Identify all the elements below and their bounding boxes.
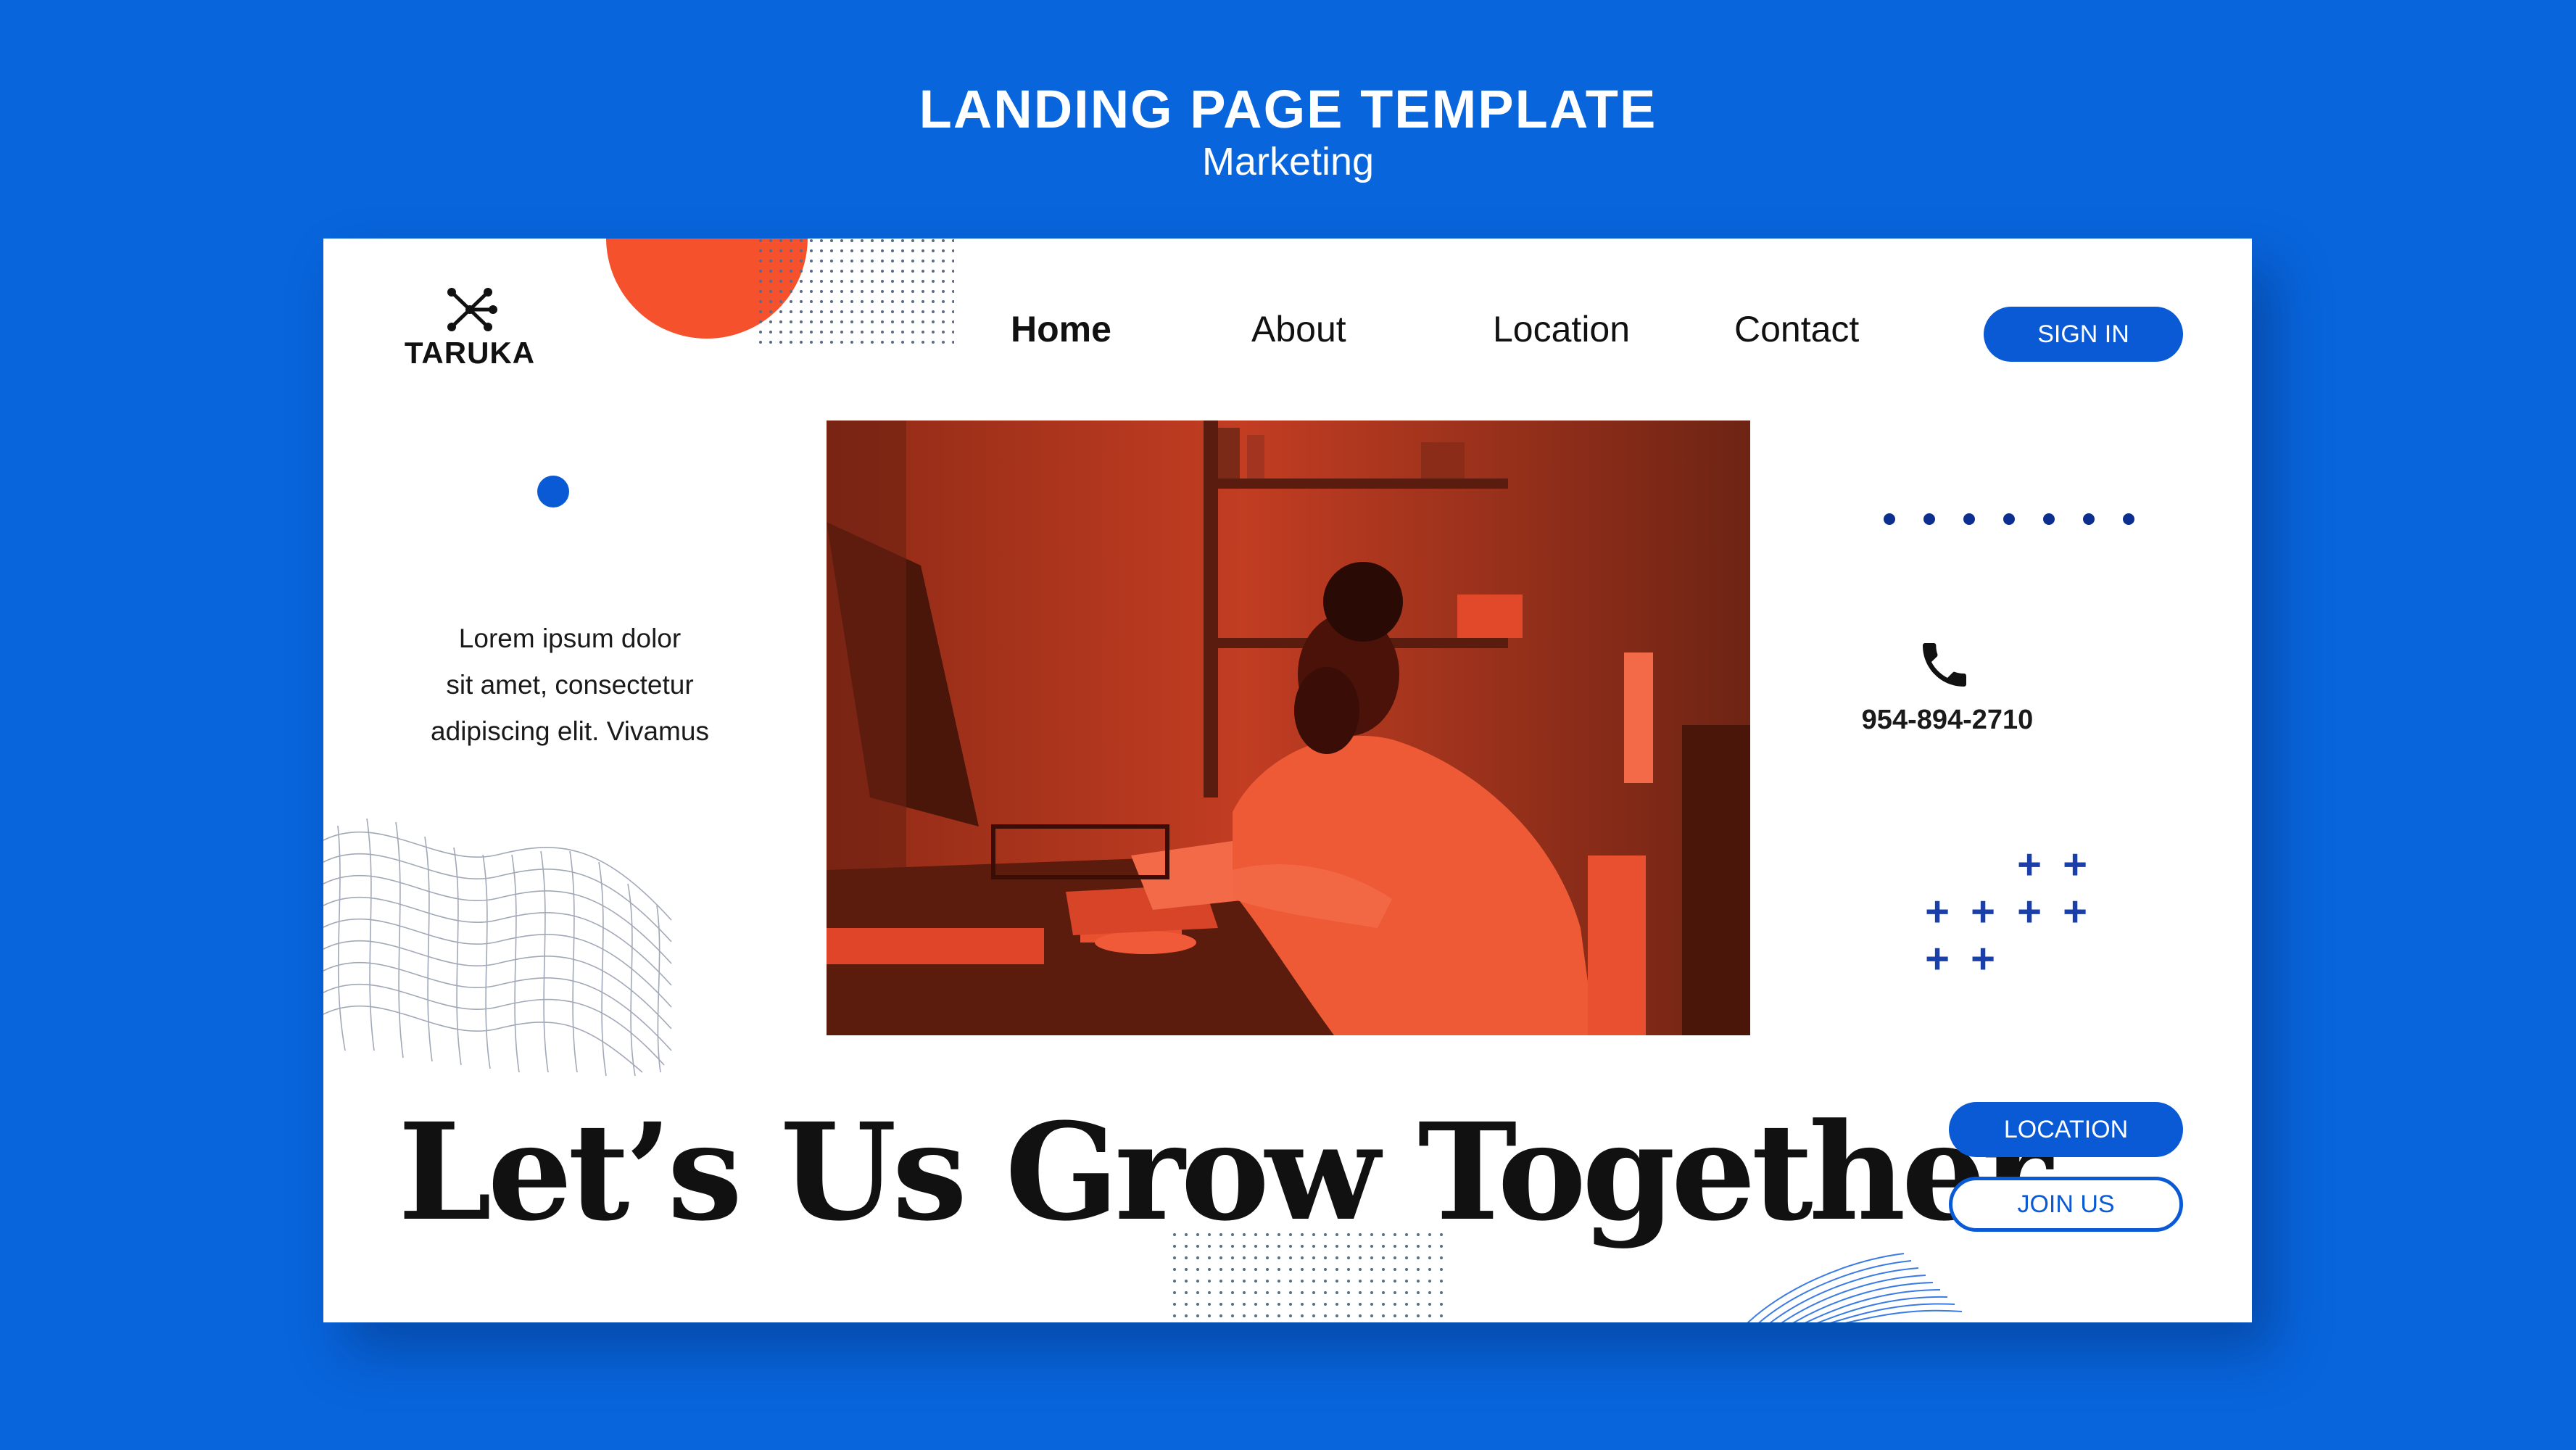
nav-item-location[interactable]: Location	[1493, 308, 1630, 350]
phone-number[interactable]: 954-894-2710	[1831, 705, 2063, 736]
hero-description-line: Lorem ipsum dolor	[458, 624, 682, 653]
plus-icon: +	[2017, 888, 2042, 935]
molecule-icon	[447, 288, 497, 331]
hero-description-line: sit amet, consectetur	[446, 670, 694, 700]
hero-headline: Let’s Us Grow Together	[398, 1094, 2053, 1251]
dot-grid-decoration-bottom	[1172, 1232, 1447, 1322]
join-us-button[interactable]: JOIN US	[1949, 1177, 2183, 1232]
wavy-lines-decoration	[1747, 1253, 1963, 1322]
template-title: LANDING PAGE TEMPLATE	[919, 79, 1657, 139]
landing-page-card: TARUKA Home About Location Contact SIGN …	[323, 239, 2252, 1322]
blue-dot-decoration	[537, 476, 569, 508]
hero-photo-illustration	[827, 420, 1750, 1035]
nav-item-contact[interactable]: Contact	[1734, 308, 1859, 350]
plus-icon: +	[1971, 888, 1995, 935]
plus-icon: +	[1925, 888, 1950, 935]
nav-item-home[interactable]: Home	[1011, 308, 1111, 350]
phone-icon	[1923, 643, 1966, 687]
hero-description: Lorem ipsum dolor sit amet, consectetur …	[396, 616, 744, 755]
mesh-wave-decoration	[323, 818, 672, 1077]
plus-icon: +	[2063, 888, 2087, 935]
plus-icon: +	[1925, 935, 1950, 982]
nav-item-about[interactable]: About	[1251, 308, 1346, 350]
plus-icon: +	[1971, 935, 1995, 982]
template-subtitle: Marketing	[1201, 140, 1375, 183]
sign-in-button[interactable]: SIGN IN	[1984, 307, 2183, 362]
location-button[interactable]: LOCATION	[1949, 1102, 2183, 1157]
hero-description-line: adipiscing elit. Vivamus	[431, 716, 709, 746]
dot-grid-decoration	[758, 239, 954, 347]
brand-logo[interactable]: TARUKA	[397, 283, 542, 378]
plus-icon: +	[2063, 841, 2087, 888]
hero-image	[827, 420, 1750, 1035]
brand-name: TARUKA	[404, 336, 536, 370]
plus-icon: +	[2017, 841, 2042, 888]
dot-row-decoration	[1884, 513, 2134, 525]
